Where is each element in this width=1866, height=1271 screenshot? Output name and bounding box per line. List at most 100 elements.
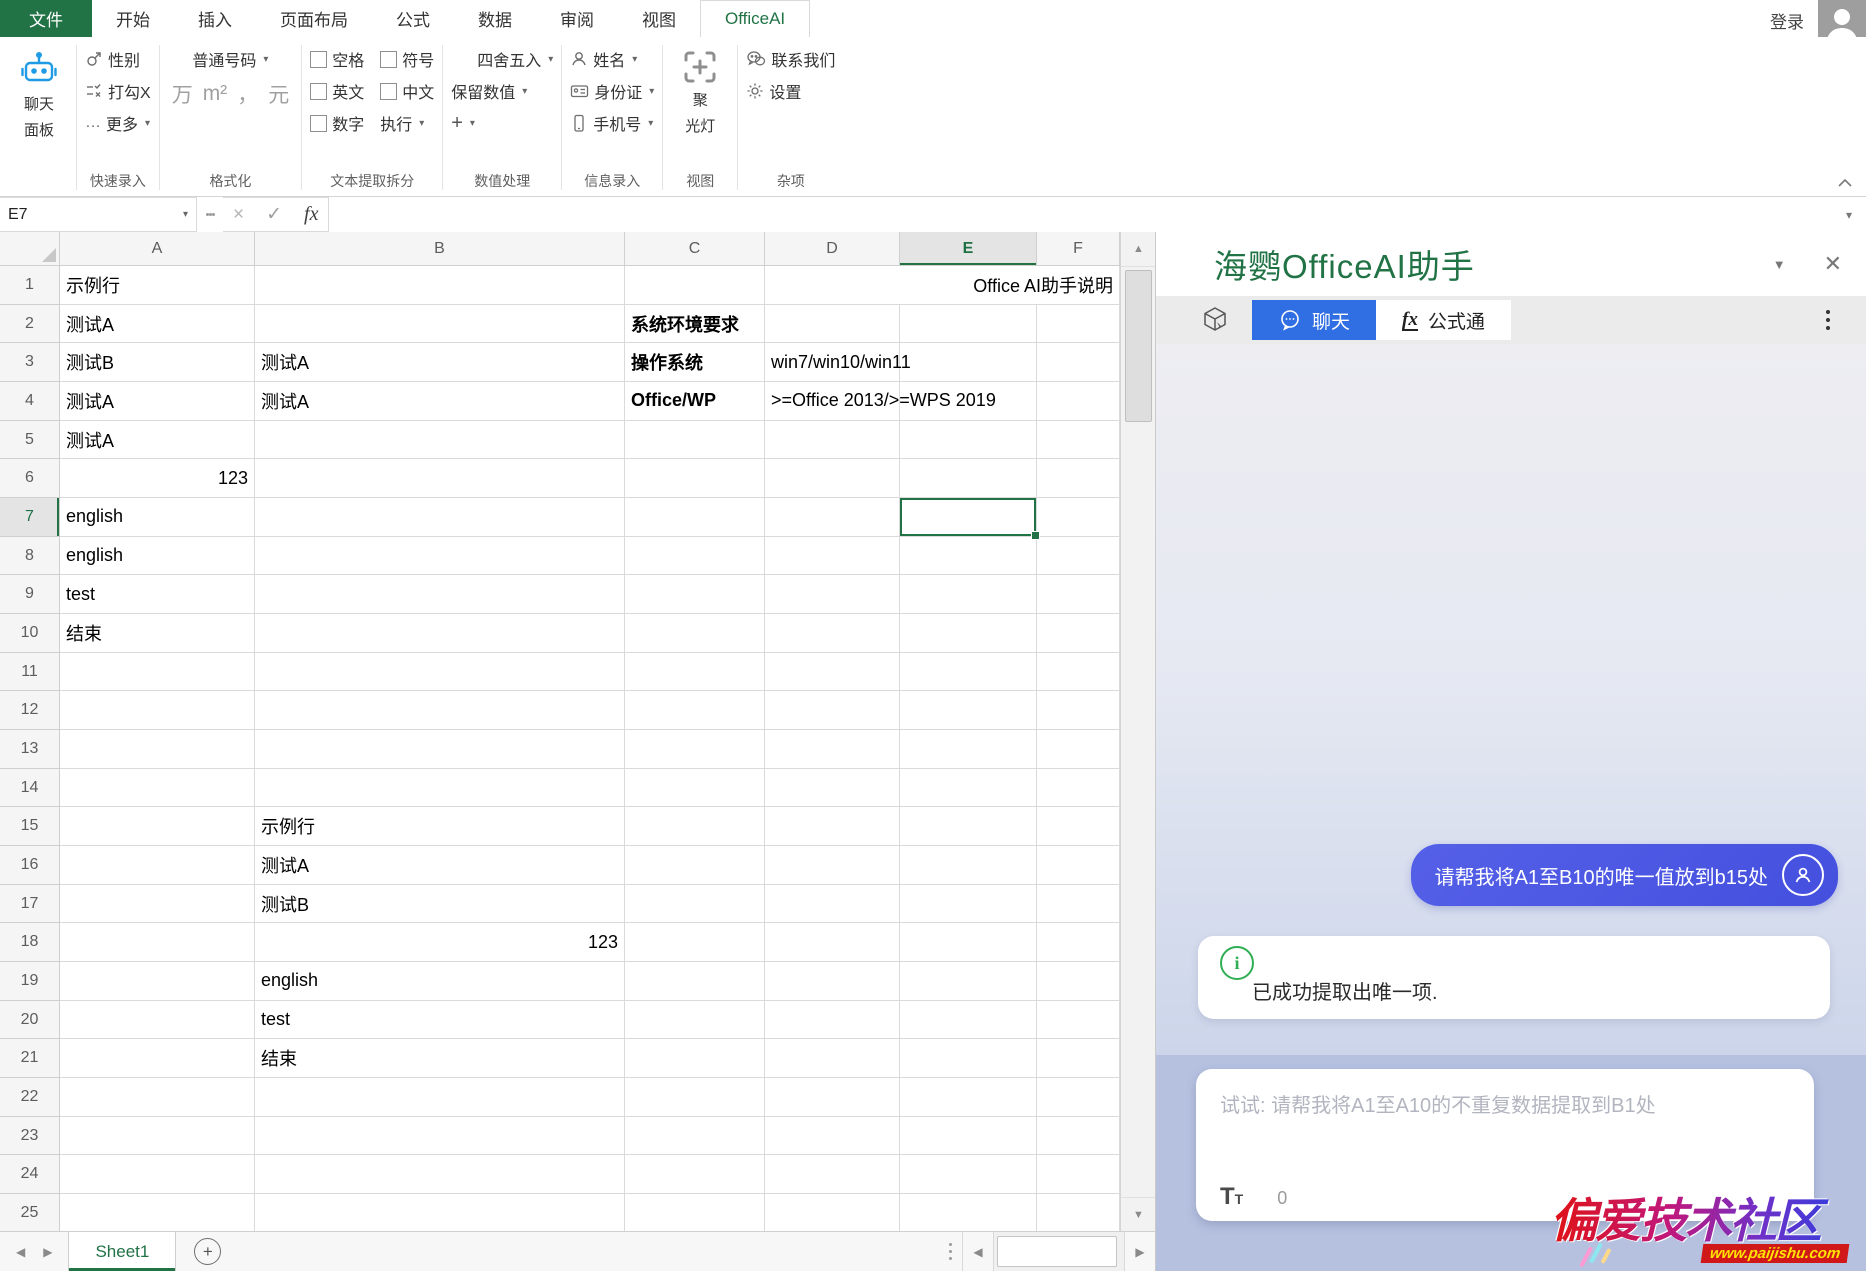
cell-A23[interactable] xyxy=(60,1117,255,1156)
row-header-19[interactable]: 19 xyxy=(0,962,60,1001)
row-header-1[interactable]: 1 xyxy=(0,266,60,305)
cell-E9[interactable] xyxy=(900,575,1037,614)
cell-F4[interactable] xyxy=(1037,382,1120,421)
cell-E20[interactable] xyxy=(900,1001,1037,1040)
tab-view[interactable]: 视图 xyxy=(618,0,700,37)
normal-number-dropdown[interactable]: 普通号码 ▾ xyxy=(192,45,268,73)
symbol-checkbox[interactable]: 符号 xyxy=(380,45,434,73)
checkbox-icon[interactable] xyxy=(380,51,397,68)
cell-D6[interactable] xyxy=(765,459,900,498)
cell-A8[interactable]: english xyxy=(60,537,255,576)
checkbox-icon[interactable] xyxy=(310,115,327,132)
cell-C8[interactable] xyxy=(625,537,765,576)
cell-C18[interactable] xyxy=(625,923,765,962)
cell-F6[interactable] xyxy=(1037,459,1120,498)
cell-D17[interactable] xyxy=(765,885,900,924)
cell-A4[interactable]: 测试A xyxy=(60,382,255,421)
row-header-3[interactable]: 3 xyxy=(0,343,60,382)
cell-D24[interactable] xyxy=(765,1155,900,1194)
confirm-entry-icon[interactable]: ✓ xyxy=(266,203,282,226)
row-header-2[interactable]: 2 xyxy=(0,305,60,344)
pane-menu-kebab-icon[interactable] xyxy=(1826,310,1830,330)
row-header-13[interactable]: 13 xyxy=(0,730,60,769)
cell-A11[interactable] xyxy=(60,653,255,692)
contact-us-button[interactable]: 联系我们 xyxy=(746,45,835,73)
row-header-5[interactable]: 5 xyxy=(0,421,60,460)
tab-chat[interactable]: 聊天 xyxy=(1252,300,1376,340)
cell-A5[interactable]: 测试A xyxy=(60,421,255,460)
cell-B14[interactable] xyxy=(255,769,625,808)
cell-F11[interactable] xyxy=(1037,653,1120,692)
column-header-D[interactable]: D xyxy=(765,232,900,266)
cell-F2[interactable] xyxy=(1037,305,1120,344)
cell-E13[interactable] xyxy=(900,730,1037,769)
yuan-glyph[interactable]: 元 xyxy=(268,79,289,109)
row-header-23[interactable]: 23 xyxy=(0,1117,60,1156)
cancel-entry-icon[interactable]: × xyxy=(233,204,244,226)
cell-B3[interactable]: 测试A xyxy=(255,343,625,382)
row-header-12[interactable]: 12 xyxy=(0,691,60,730)
horizontal-scroll-thumb[interactable] xyxy=(997,1236,1117,1267)
cell-B24[interactable] xyxy=(255,1155,625,1194)
cell-A12[interactable] xyxy=(60,691,255,730)
cell-B23[interactable] xyxy=(255,1117,625,1156)
cell-C4[interactable]: Office/WP xyxy=(625,382,765,421)
checkbox-icon[interactable] xyxy=(310,83,327,100)
cell-C16[interactable] xyxy=(625,846,765,885)
cell-F24[interactable] xyxy=(1037,1155,1120,1194)
row-header-17[interactable]: 17 xyxy=(0,885,60,924)
cell-D20[interactable] xyxy=(765,1001,900,1040)
cell-B8[interactable] xyxy=(255,537,625,576)
cell-D2[interactable] xyxy=(765,305,900,344)
cell-E25[interactable] xyxy=(900,1194,1037,1233)
cell-C14[interactable] xyxy=(625,769,765,808)
cell-B20[interactable]: test xyxy=(255,1001,625,1040)
round-dropdown[interactable]: 四舍五入▾ xyxy=(451,45,553,73)
cell-B16[interactable]: 测试A xyxy=(255,846,625,885)
insert-function-icon[interactable]: fx xyxy=(304,203,318,226)
cell-C5[interactable] xyxy=(625,421,765,460)
wan-glyph[interactable]: 万 xyxy=(172,79,193,109)
cell-C12[interactable] xyxy=(625,691,765,730)
font-size-icon[interactable]: TT xyxy=(1220,1185,1243,1209)
next-sheet-icon[interactable]: ▶ xyxy=(43,1245,52,1259)
cell-D22[interactable] xyxy=(765,1078,900,1117)
cell-C20[interactable] xyxy=(625,1001,765,1040)
tab-formula-helper[interactable]: fx 公式通 xyxy=(1376,300,1511,340)
checkbox-icon[interactable] xyxy=(380,83,397,100)
cell-A9[interactable]: test xyxy=(60,575,255,614)
cell-F10[interactable] xyxy=(1037,614,1120,653)
cell-D5[interactable] xyxy=(765,421,900,460)
cell-E3[interactable] xyxy=(900,343,1037,382)
cell-D14[interactable] xyxy=(765,769,900,808)
row-header-15[interactable]: 15 xyxy=(0,807,60,846)
english-checkbox[interactable]: 英文 xyxy=(310,77,364,105)
cell-C25[interactable] xyxy=(625,1194,765,1233)
chat-panel-button[interactable]: 聊天 面板 xyxy=(10,41,68,170)
cell-B10[interactable] xyxy=(255,614,625,653)
cell-E16[interactable] xyxy=(900,846,1037,885)
collapse-ribbon-button[interactable] xyxy=(1838,178,1852,187)
scroll-left-icon[interactable]: ◀ xyxy=(962,1232,993,1271)
sqm-glyph[interactable]: m² xyxy=(203,82,228,106)
column-header-C[interactable]: C xyxy=(625,232,765,266)
row-header-20[interactable]: 20 xyxy=(0,1001,60,1040)
column-header-B[interactable]: B xyxy=(255,232,625,266)
cell-E8[interactable] xyxy=(900,537,1037,576)
phone-dropdown[interactable]: 手机号▾ xyxy=(570,109,654,137)
login-link[interactable]: 登录 xyxy=(1770,8,1804,33)
cell-B12[interactable] xyxy=(255,691,625,730)
tab-officeai[interactable]: OfficeAI xyxy=(700,0,810,38)
cell-E23[interactable] xyxy=(900,1117,1037,1156)
cell-E10[interactable] xyxy=(900,614,1037,653)
formula-input[interactable] xyxy=(329,197,1832,232)
cell-C11[interactable] xyxy=(625,653,765,692)
cell-E19[interactable] xyxy=(900,962,1037,1001)
cell-C24[interactable] xyxy=(625,1155,765,1194)
cell-C21[interactable] xyxy=(625,1039,765,1078)
cell-E5[interactable] xyxy=(900,421,1037,460)
cell-D8[interactable] xyxy=(765,537,900,576)
cell-E18[interactable] xyxy=(900,923,1037,962)
account-avatar[interactable] xyxy=(1818,0,1866,42)
cell-D10[interactable] xyxy=(765,614,900,653)
